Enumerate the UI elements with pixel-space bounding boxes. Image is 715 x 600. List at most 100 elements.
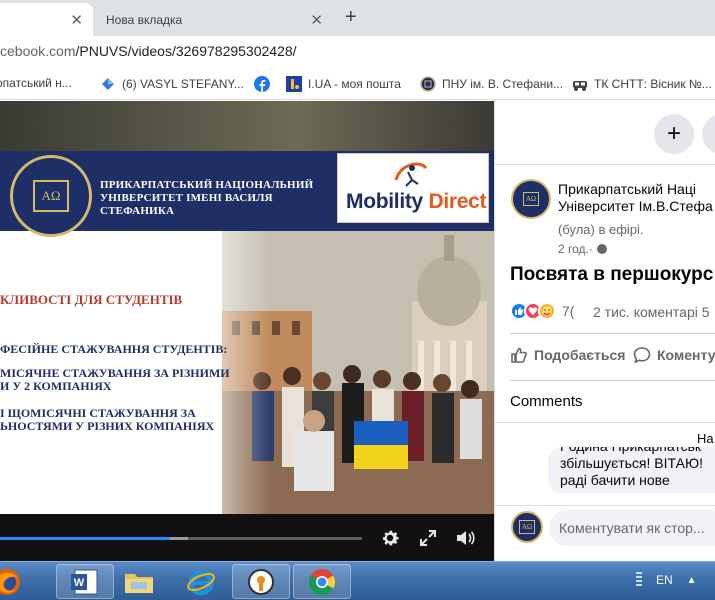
bookmark-item[interactable]: (6) VASYL STEFANY... — [100, 76, 244, 92]
page-name-line: Університет Ім.В.Стефа — [558, 198, 713, 214]
chrome-taskbar-button[interactable] — [293, 564, 351, 599]
slide-line: І ЩОМІСЯЧНІ СТАЖУВАННЯ ЗА ЬНОСТЯМИ У РІЗ… — [0, 407, 214, 433]
messenger-button[interactable] — [702, 114, 715, 154]
tray-expand-icon[interactable]: ▲ — [687, 575, 697, 586]
bookmark-item[interactable] — [254, 76, 276, 92]
tab-facebook[interactable]: ✕ — [0, 3, 93, 36]
bookmark-item[interactable]: I.UA - моя пошта — [286, 76, 401, 92]
slide-line-part: И У 2 КОМПАНІЯХ — [0, 379, 112, 393]
comment-text: Родина Прикарпатськ збільшується! ВІТАЮ!… — [560, 447, 703, 488]
comment-count-link[interactable]: 2 тис. коментарі 5 — [593, 304, 710, 320]
bookmark-item[interactable]: ПНУ ім. В. Стефани... — [420, 76, 563, 92]
bookmark-item[interactable]: ТК СНТТ: Вісник №... — [572, 76, 712, 92]
new-tab-button[interactable]: + — [345, 6, 357, 29]
diamond-icon — [100, 76, 116, 92]
post-panel: + ΑΩ Прикарпатський Наці Університет Ім.… — [494, 101, 715, 561]
seal-icon: ΑΩ — [519, 520, 535, 534]
page-name-link[interactable]: Прикарпатський Наці Університет Ім.В.Сте… — [558, 181, 715, 215]
reaction-count: 7( — [562, 303, 575, 319]
gear-icon[interactable] — [378, 526, 402, 550]
create-button[interactable]: + — [654, 114, 694, 154]
url-prefix: c — [0, 43, 7, 59]
internet-explorer-icon — [187, 570, 215, 595]
comment-input[interactable] — [549, 510, 715, 546]
svg-text:W: W — [74, 577, 85, 589]
post-time-text: 2 год. — [558, 242, 589, 256]
bookmark-label: (6) VASYL STEFANY... — [122, 77, 244, 91]
volume-icon[interactable] — [453, 526, 477, 550]
close-icon[interactable]: ✕ — [70, 11, 83, 29]
avatar: ΑΩ — [511, 511, 543, 543]
url-host: ebook.com — [7, 43, 76, 59]
iua-icon — [286, 76, 302, 92]
close-icon[interactable]: ✕ — [310, 11, 323, 29]
tk-icon — [572, 76, 588, 92]
progress-played — [0, 537, 171, 540]
taskbar: W EN ▲ — [0, 561, 715, 600]
globe-icon — [596, 244, 607, 254]
video-controls — [0, 514, 494, 561]
slide-line-part: ЬНОСТЯМИ У РІЗНИХ КОМПАНІЯХ — [0, 419, 215, 433]
system-tray: EN ▲ — [636, 572, 697, 588]
comment-label: Коменту — [657, 347, 715, 363]
bookmark-label: I.UA - моя пошта — [308, 77, 401, 91]
slide-line: ФЕСІЙНЕ СТАЖУВАННЯ СТУДЕНТІВ: — [0, 342, 228, 356]
slide-heading: КЛИВОСТІ ДЛЯ СТУДЕНТІВ — [0, 292, 183, 307]
divider — [495, 505, 715, 506]
chrome-icon — [308, 568, 336, 595]
address-bar[interactable]: cebook.com/PNUVS/videos/326978295302428/ — [0, 36, 715, 68]
video-player[interactable]: ΑΩ ПРИКАРПАТСЬКИЙ НАЦІОНАЛЬНИЙ УНІВЕРСИТ… — [0, 101, 494, 561]
bookmark-label: ТК СНТТ: Вісник №... — [594, 77, 712, 91]
url-text[interactable]: cebook.com/PNUVS/videos/326978295302428/ — [0, 43, 297, 59]
fullscreen-icon[interactable] — [416, 526, 440, 550]
progress-bar[interactable] — [0, 537, 362, 540]
firefox-icon — [0, 568, 20, 595]
word-icon: W — [71, 569, 98, 594]
avatar[interactable]: ΑΩ — [511, 179, 551, 219]
language-indicator[interactable]: EN — [656, 573, 673, 587]
progress-buffered — [170, 537, 189, 540]
vpn-taskbar-button[interactable] — [232, 564, 290, 599]
bookmark-item[interactable]: рпатський н... — [0, 76, 72, 90]
live-note: (була) в ефірі. — [558, 222, 644, 237]
comment-button[interactable]: Коменту — [633, 346, 715, 364]
bookmarks-bar: рпатський н... (6) VASYL STEFANY... I.UA… — [0, 68, 715, 100]
word-taskbar-button[interactable]: W — [56, 564, 114, 599]
post-timestamp[interactable]: 2 год. · — [558, 242, 607, 256]
like-button[interactable]: Подобається — [510, 346, 625, 364]
like-label: Подобається — [534, 347, 626, 363]
mobility-direct-logo: Mobility Direct — [337, 153, 489, 223]
comments-heading: Comments — [510, 393, 583, 410]
page-name-line: Прикарпатський Наці — [558, 181, 696, 197]
divider — [510, 333, 715, 334]
comment-bubble: Родина Прикарпатськ збільшується! ВІТАЮ!… — [548, 447, 715, 493]
seal-icon: ΑΩ — [523, 192, 539, 206]
divider — [495, 164, 715, 165]
explorer-taskbar-button[interactable] — [110, 564, 168, 599]
comment-icon — [633, 346, 651, 364]
ie-taskbar-button[interactable] — [172, 564, 230, 599]
care-reaction-icon — [538, 302, 556, 320]
tray-grip — [636, 572, 642, 588]
bookmark-label: ПНУ ім. В. Стефани... — [442, 77, 564, 91]
post-title: Посвята в першокурс — [510, 264, 714, 285]
slide-header: ΑΩ ПРИКАРПАТСЬКИЙ НАЦІОНАЛЬНИЙ УНІВЕРСИТ… — [0, 151, 494, 237]
vpn-icon — [248, 568, 274, 595]
tab-new[interactable]: Нова вкладка ✕ — [93, 3, 333, 36]
url-path: /PNUVS/videos/326978295302428/ — [75, 43, 297, 59]
slide-university-name: ПРИКАРПАТСЬКИЙ НАЦІОНАЛЬНИЙ УНІВЕРСИТЕТ … — [100, 179, 314, 217]
divider — [495, 422, 715, 423]
browser-tab-bar: ✕ Нова вкладка ✕ + — [0, 0, 715, 36]
comment-author[interactable]: На — [697, 431, 714, 446]
video-blur-background — [0, 101, 494, 151]
folder-icon — [125, 573, 153, 593]
tab-label: Нова вкладка — [106, 12, 183, 27]
brand-mobility: Mobility — [346, 190, 423, 213]
brand-text: Mobility Direct — [346, 190, 487, 214]
slide-line: МІСЯЧНЕ СТАЖУВАННЯ ЗА РІЗНИМИ И У 2 КОМП… — [0, 367, 230, 393]
firefox-taskbar-button[interactable] — [0, 564, 36, 599]
reactions-summary[interactable]: 7( — [510, 302, 574, 320]
university-seal-icon: ΑΩ — [10, 155, 92, 237]
facebook-icon — [254, 76, 270, 92]
brand-direct: Direct — [428, 190, 487, 213]
